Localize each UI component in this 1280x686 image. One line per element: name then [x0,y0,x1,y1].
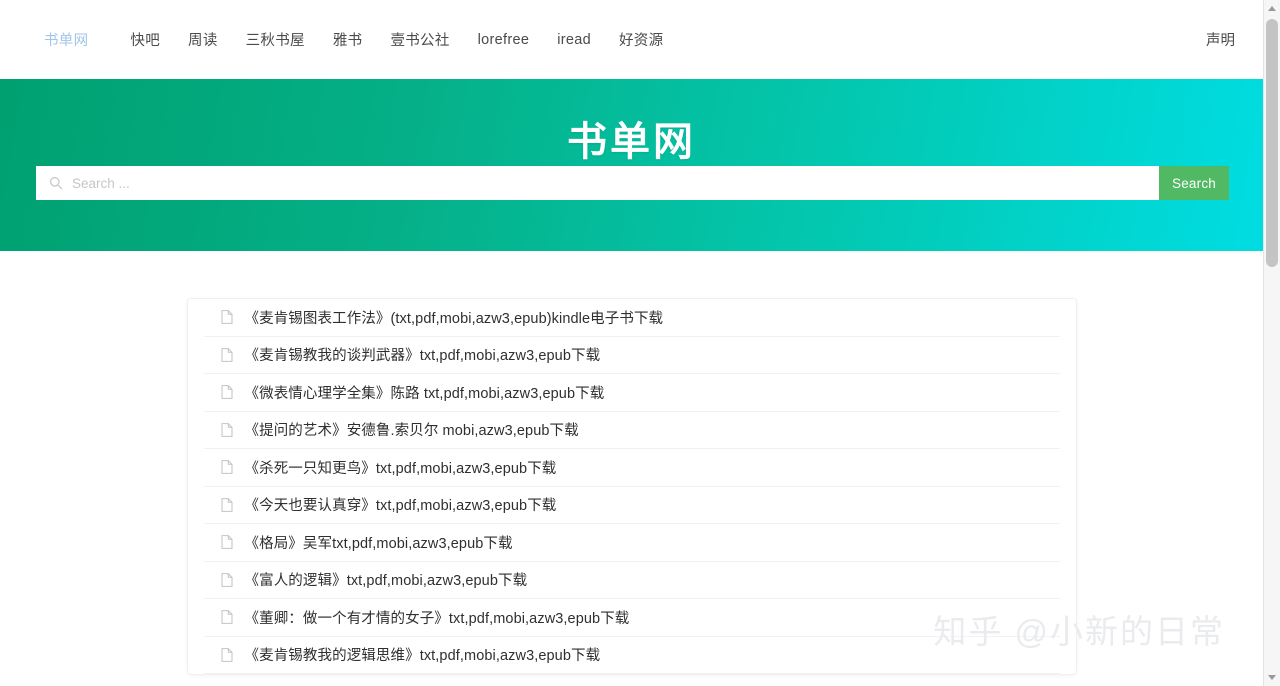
list-item-title: 《格局》吴军txt,pdf,mobi,azw3,epub下载 [245,532,513,553]
search-bar: Search [36,166,1229,200]
nav-item-8[interactable]: 好资源 [619,23,663,56]
list-item-title: 《麦肯锡图表工作法》(txt,pdf,mobi,azw3,epub)kindle… [245,307,664,328]
list-item-title: 《提问的艺术》安德鲁.索贝尔 mobi,azw3,epub下载 [245,419,579,440]
nav-item-7[interactable]: iread [557,26,591,54]
chevron-up-icon [1268,6,1276,11]
list-item[interactable]: 《董卿：做一个有才情的女子》txt,pdf,mobi,azw3,epub下载 [204,599,1060,637]
book-list-card: 《麦肯锡图表工作法》(txt,pdf,mobi,azw3,epub)kindle… [187,298,1077,675]
document-icon [221,310,233,324]
page-scroll-area: 书单网 快吧周读三秋书屋雅书壹书公社 lorefree iread 好资源 声明 书单网… [0,0,1263,686]
nav-item-2[interactable]: 周读 [188,23,218,56]
document-icon [221,460,233,474]
list-item-title: 《杀死一只知更鸟》txt,pdf,mobi,azw3,epub下载 [245,457,557,478]
list-item[interactable]: 《今天也要认真穿》txt,pdf,mobi,azw3,epub下载 [204,487,1060,525]
nav-links: 书单网 快吧周读三秋书屋雅书壹书公社 lorefree iread 好资源 [44,23,1206,56]
document-icon [221,610,233,624]
list-item-title: 《微表情心理学全集》陈路 txt,pdf,mobi,azw3,epub下载 [245,382,605,403]
scrollbar-thumb[interactable] [1266,19,1278,267]
chevron-down-icon [1268,675,1276,680]
nav-item-0[interactable]: 书单网 [44,23,88,56]
hero-banner: 书单网 Search [0,79,1263,251]
nav-item-4[interactable]: 雅书 [333,23,363,56]
nav-item-statement[interactable]: 声明 [1206,29,1235,50]
search-icon [49,176,63,190]
nav-item-5[interactable]: 壹书公社 [390,23,449,56]
document-icon [221,498,233,512]
list-item[interactable]: 《微表情心理学全集》陈路 txt,pdf,mobi,azw3,epub下载 [204,374,1060,412]
list-item-title: 《今天也要认真穿》txt,pdf,mobi,azw3,epub下载 [245,494,557,515]
vertical-scrollbar[interactable] [1263,0,1280,686]
search-input[interactable] [72,166,1159,200]
list-item[interactable]: 《格局》吴军txt,pdf,mobi,azw3,epub下载 [204,524,1060,562]
nav-item-1[interactable]: 快吧 [130,23,160,56]
main-content: 《麦肯锡图表工作法》(txt,pdf,mobi,azw3,epub)kindle… [0,251,1263,675]
top-navigation-bar: 书单网 快吧周读三秋书屋雅书壹书公社 lorefree iread 好资源 声明 [0,0,1263,79]
book-list: 《麦肯锡图表工作法》(txt,pdf,mobi,azw3,epub)kindle… [204,299,1060,674]
document-icon [221,385,233,399]
document-icon [221,348,233,362]
site-title: 书单网 [0,79,1263,164]
document-icon [221,423,233,437]
list-item[interactable]: 《麦肯锡图表工作法》(txt,pdf,mobi,azw3,epub)kindle… [204,299,1060,337]
list-item-title: 《董卿：做一个有才情的女子》txt,pdf,mobi,azw3,epub下载 [245,607,630,628]
scroll-up-button[interactable] [1264,0,1280,17]
search-button[interactable]: Search [1159,166,1229,200]
nav-item-6[interactable]: lorefree [478,26,530,54]
document-icon [221,648,233,662]
list-item[interactable]: 《麦肯锡教我的逻辑思维》txt,pdf,mobi,azw3,epub下载 [204,637,1060,675]
list-item[interactable]: 《杀死一只知更鸟》txt,pdf,mobi,azw3,epub下载 [204,449,1060,487]
list-item[interactable]: 《提问的艺术》安德鲁.索贝尔 mobi,azw3,epub下载 [204,412,1060,450]
document-icon [221,573,233,587]
list-item[interactable]: 《富人的逻辑》txt,pdf,mobi,azw3,epub下载 [204,562,1060,600]
list-item[interactable]: 《麦肯锡教我的谈判武器》txt,pdf,mobi,azw3,epub下载 [204,337,1060,375]
list-item-title: 《麦肯锡教我的谈判武器》txt,pdf,mobi,azw3,epub下载 [245,344,601,365]
scroll-down-button[interactable] [1264,669,1280,686]
nav-item-3[interactable]: 三秋书屋 [246,23,305,56]
document-icon [221,535,233,549]
search-input-wrapper[interactable] [36,166,1159,200]
list-item-title: 《富人的逻辑》txt,pdf,mobi,azw3,epub下载 [245,569,528,590]
list-item-title: 《麦肯锡教我的逻辑思维》txt,pdf,mobi,azw3,epub下载 [245,644,601,665]
